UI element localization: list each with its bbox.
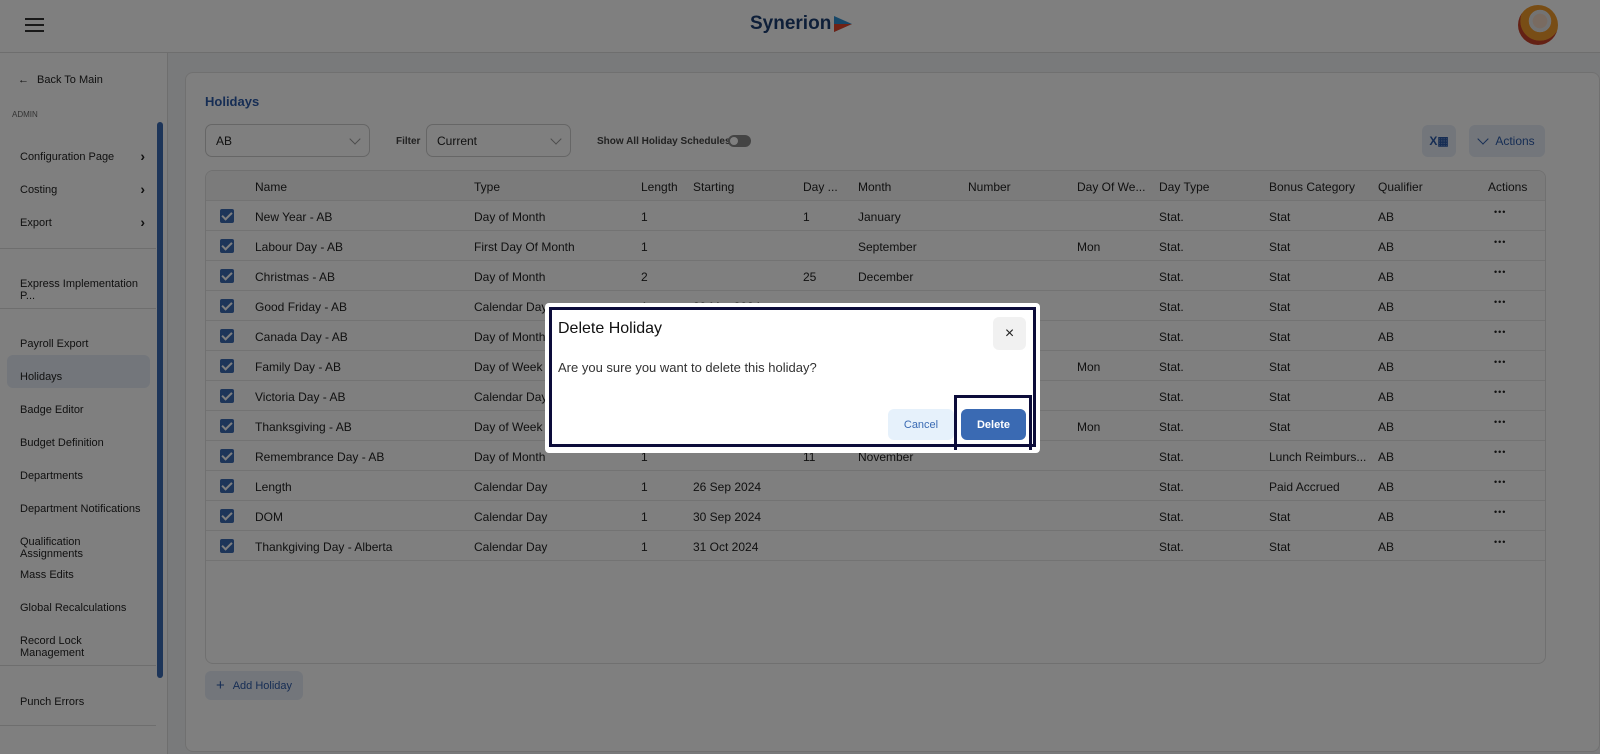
cancel-button[interactable]: Cancel	[888, 409, 954, 440]
dialog-title: Delete Holiday	[558, 320, 663, 337]
delete-button[interactable]: Delete	[961, 409, 1026, 440]
dialog-message: Are you sure you want to delete this hol…	[558, 360, 817, 375]
close-icon: ×	[1004, 324, 1015, 342]
close-button[interactable]: ×	[993, 317, 1026, 350]
delete-holiday-dialog: Delete Holiday × Are you sure you want t…	[545, 303, 1040, 453]
